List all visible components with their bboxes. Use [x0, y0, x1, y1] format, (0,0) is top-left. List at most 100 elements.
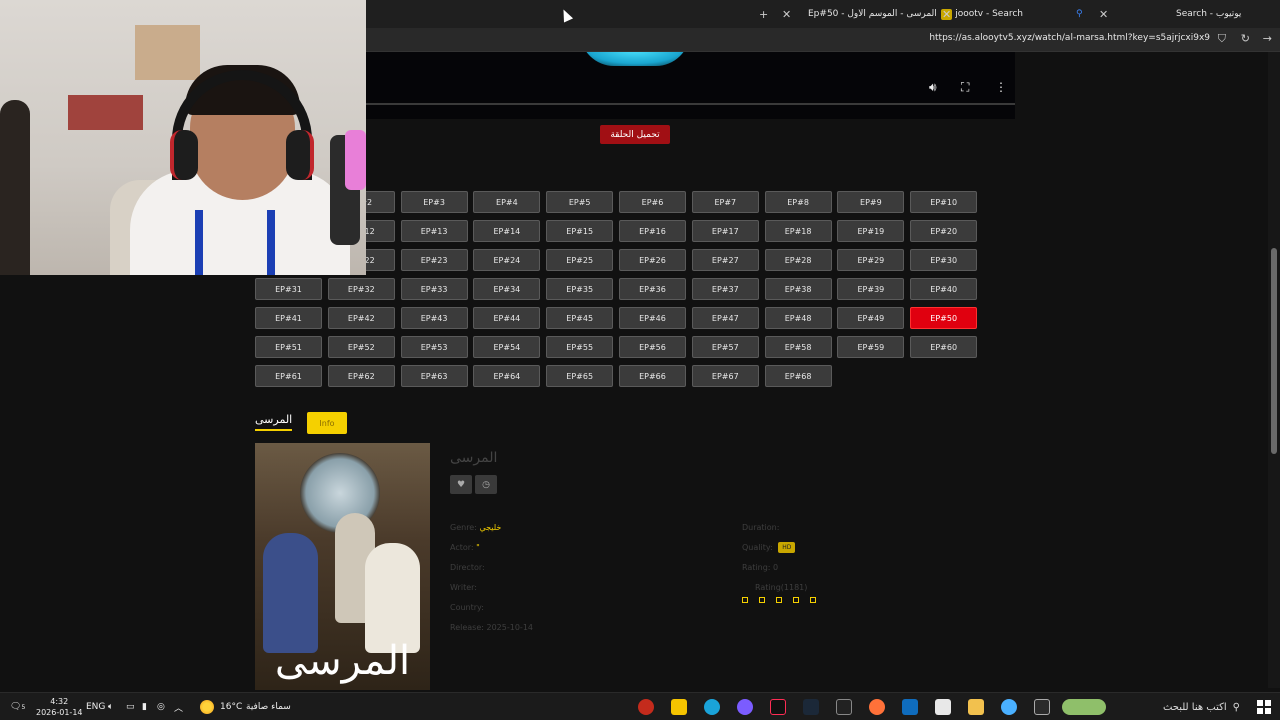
episode-button[interactable]: EP#29: [837, 249, 905, 271]
episode-button[interactable]: EP#18: [764, 220, 832, 242]
episode-button[interactable]: EP#10: [910, 191, 978, 213]
back-arrow-icon[interactable]: →: [1263, 32, 1272, 45]
tab-info[interactable]: Info: [307, 412, 347, 434]
volume-icon[interactable]: 🔊︎: [929, 80, 937, 95]
episode-button[interactable]: EP#39: [837, 278, 905, 300]
episode-button[interactable]: EP#55: [546, 336, 614, 358]
genre-value[interactable]: خليجي: [479, 523, 501, 532]
search-input[interactable]: اكتب هنا للبحث: [1163, 702, 1227, 713]
store-icon[interactable]: [935, 699, 951, 715]
episode-button[interactable]: EP#3: [400, 191, 468, 213]
fullscreen-icon[interactable]: ⛶: [961, 80, 969, 95]
episode-button[interactable]: EP#32: [327, 278, 395, 300]
episode-button[interactable]: EP#40: [910, 278, 978, 300]
more-options-icon[interactable]: ⋮: [995, 80, 1007, 94]
episode-button[interactable]: EP#6: [618, 191, 686, 213]
episode-button[interactable]: EP#8: [764, 191, 832, 213]
episode-button[interactable]: EP#59: [837, 336, 905, 358]
episode-button[interactable]: EP#46: [618, 307, 686, 329]
video-player[interactable]: 🔊︎ ⛶ ⋮: [255, 52, 1015, 119]
actor-value[interactable]: ": [476, 543, 480, 552]
scrollbar-thumb[interactable]: [1271, 248, 1277, 454]
episode-button[interactable]: EP#9: [837, 191, 905, 213]
chevron-up-icon[interactable]: ︿: [174, 698, 183, 716]
download-episode-button[interactable]: تحميل الحلقة: [600, 125, 670, 144]
episode-button[interactable]: EP#38: [764, 278, 832, 300]
volume-tray-icon[interactable]: 🔈︎: [108, 698, 113, 716]
episode-button[interactable]: EP#7: [691, 191, 759, 213]
episode-button[interactable]: EP#67: [691, 365, 759, 387]
episode-button[interactable]: EP#48: [764, 307, 832, 329]
close-tab-icon[interactable]: ✕: [942, 8, 951, 21]
episode-button[interactable]: EP#43: [400, 307, 468, 329]
episode-button[interactable]: EP#47: [691, 307, 759, 329]
episode-button[interactable]: EP#54: [473, 336, 541, 358]
rating-star-icon[interactable]: [759, 597, 765, 603]
taskbar-search[interactable]: اكتب هنا للبحث ⚲: [1120, 696, 1240, 718]
new-tab-button[interactable]: +: [755, 4, 772, 24]
episode-button[interactable]: EP#26: [618, 249, 686, 271]
refresh-icon[interactable]: ↻: [1241, 32, 1250, 45]
episode-button[interactable]: EP#45: [546, 307, 614, 329]
episode-button[interactable]: EP#44: [473, 307, 541, 329]
microphone-tray-icon[interactable]: ▮: [142, 698, 147, 716]
episode-button[interactable]: EP#36: [618, 278, 686, 300]
epic-games-icon[interactable]: [836, 699, 852, 715]
app-rockstar-icon[interactable]: [671, 699, 687, 715]
close-tab-icon[interactable]: ✕: [1095, 4, 1112, 24]
episode-button[interactable]: EP#13: [400, 220, 468, 242]
episode-button[interactable]: EP#30: [910, 249, 978, 271]
episode-button[interactable]: EP#24: [473, 249, 541, 271]
file-explorer-icon[interactable]: [968, 699, 984, 715]
episode-button[interactable]: EP#41: [255, 307, 322, 329]
rating-star-icon[interactable]: [810, 597, 816, 603]
episode-button[interactable]: EP#52: [327, 336, 395, 358]
episode-button[interactable]: EP#62: [327, 365, 395, 387]
episode-button[interactable]: EP#49: [837, 307, 905, 329]
episode-button[interactable]: EP#63: [400, 365, 468, 387]
steam-icon[interactable]: [803, 699, 819, 715]
episode-button[interactable]: EP#14: [473, 220, 541, 242]
episode-button[interactable]: EP#42: [327, 307, 395, 329]
app-purple-icon[interactable]: [737, 699, 753, 715]
episode-button[interactable]: EP#64: [473, 365, 541, 387]
task-view-icon[interactable]: [1034, 699, 1050, 715]
episode-button[interactable]: EP#37: [691, 278, 759, 300]
watch-later-clock-icon[interactable]: ◷: [475, 475, 497, 494]
episode-button[interactable]: EP#33: [400, 278, 468, 300]
rating-star-icon[interactable]: [793, 597, 799, 603]
search-highlight-image[interactable]: [1062, 699, 1106, 715]
episode-button[interactable]: EP#65: [546, 365, 614, 387]
app-red-icon[interactable]: [638, 699, 654, 715]
url-field[interactable]: https://as.alooytv5.xyz/watch/al-marsa.h…: [929, 33, 1210, 43]
tab-jooo-search[interactable]: ✕ joootv - Search: [938, 4, 1023, 24]
system-clock[interactable]: 4:32 2026-01-14: [36, 696, 83, 718]
language-indicator[interactable]: ENG: [86, 698, 105, 716]
episode-button[interactable]: EP#27: [691, 249, 759, 271]
notification-center-icon[interactable]: 🗨︎ 5: [10, 698, 25, 716]
episode-button[interactable]: EP#60: [910, 336, 978, 358]
episode-button[interactable]: EP#4: [473, 191, 541, 213]
episode-button[interactable]: EP#15: [546, 220, 614, 242]
episode-button[interactable]: EP#31: [255, 278, 322, 300]
favorite-heart-icon[interactable]: ♥: [450, 475, 472, 494]
episode-button[interactable]: EP#58: [764, 336, 832, 358]
tab-youtube-search[interactable]: Search - يوتيوب: [1176, 4, 1241, 24]
copilot-icon[interactable]: [1001, 699, 1017, 715]
episode-button[interactable]: EP#19: [837, 220, 905, 242]
episode-button[interactable]: EP#68: [764, 365, 832, 387]
episode-button[interactable]: EP#56: [618, 336, 686, 358]
episode-button[interactable]: EP#53: [400, 336, 468, 358]
episode-button[interactable]: EP#5: [546, 191, 614, 213]
windows-start-icon[interactable]: [1257, 700, 1271, 714]
episode-button[interactable]: EP#28: [764, 249, 832, 271]
weather-temperature[interactable]: 16°C: [220, 698, 242, 716]
episode-button[interactable]: EP#17: [691, 220, 759, 242]
episode-button[interactable]: EP#25: [546, 249, 614, 271]
shield-icon[interactable]: ⛉: [1218, 32, 1226, 46]
close-tab-icon[interactable]: ✕: [778, 4, 795, 24]
tab-title-show[interactable]: المرسى: [255, 413, 293, 431]
episode-button[interactable]: EP#50: [910, 307, 978, 329]
edge-browser-icon[interactable]: [704, 699, 720, 715]
episode-button[interactable]: EP#61: [255, 365, 322, 387]
